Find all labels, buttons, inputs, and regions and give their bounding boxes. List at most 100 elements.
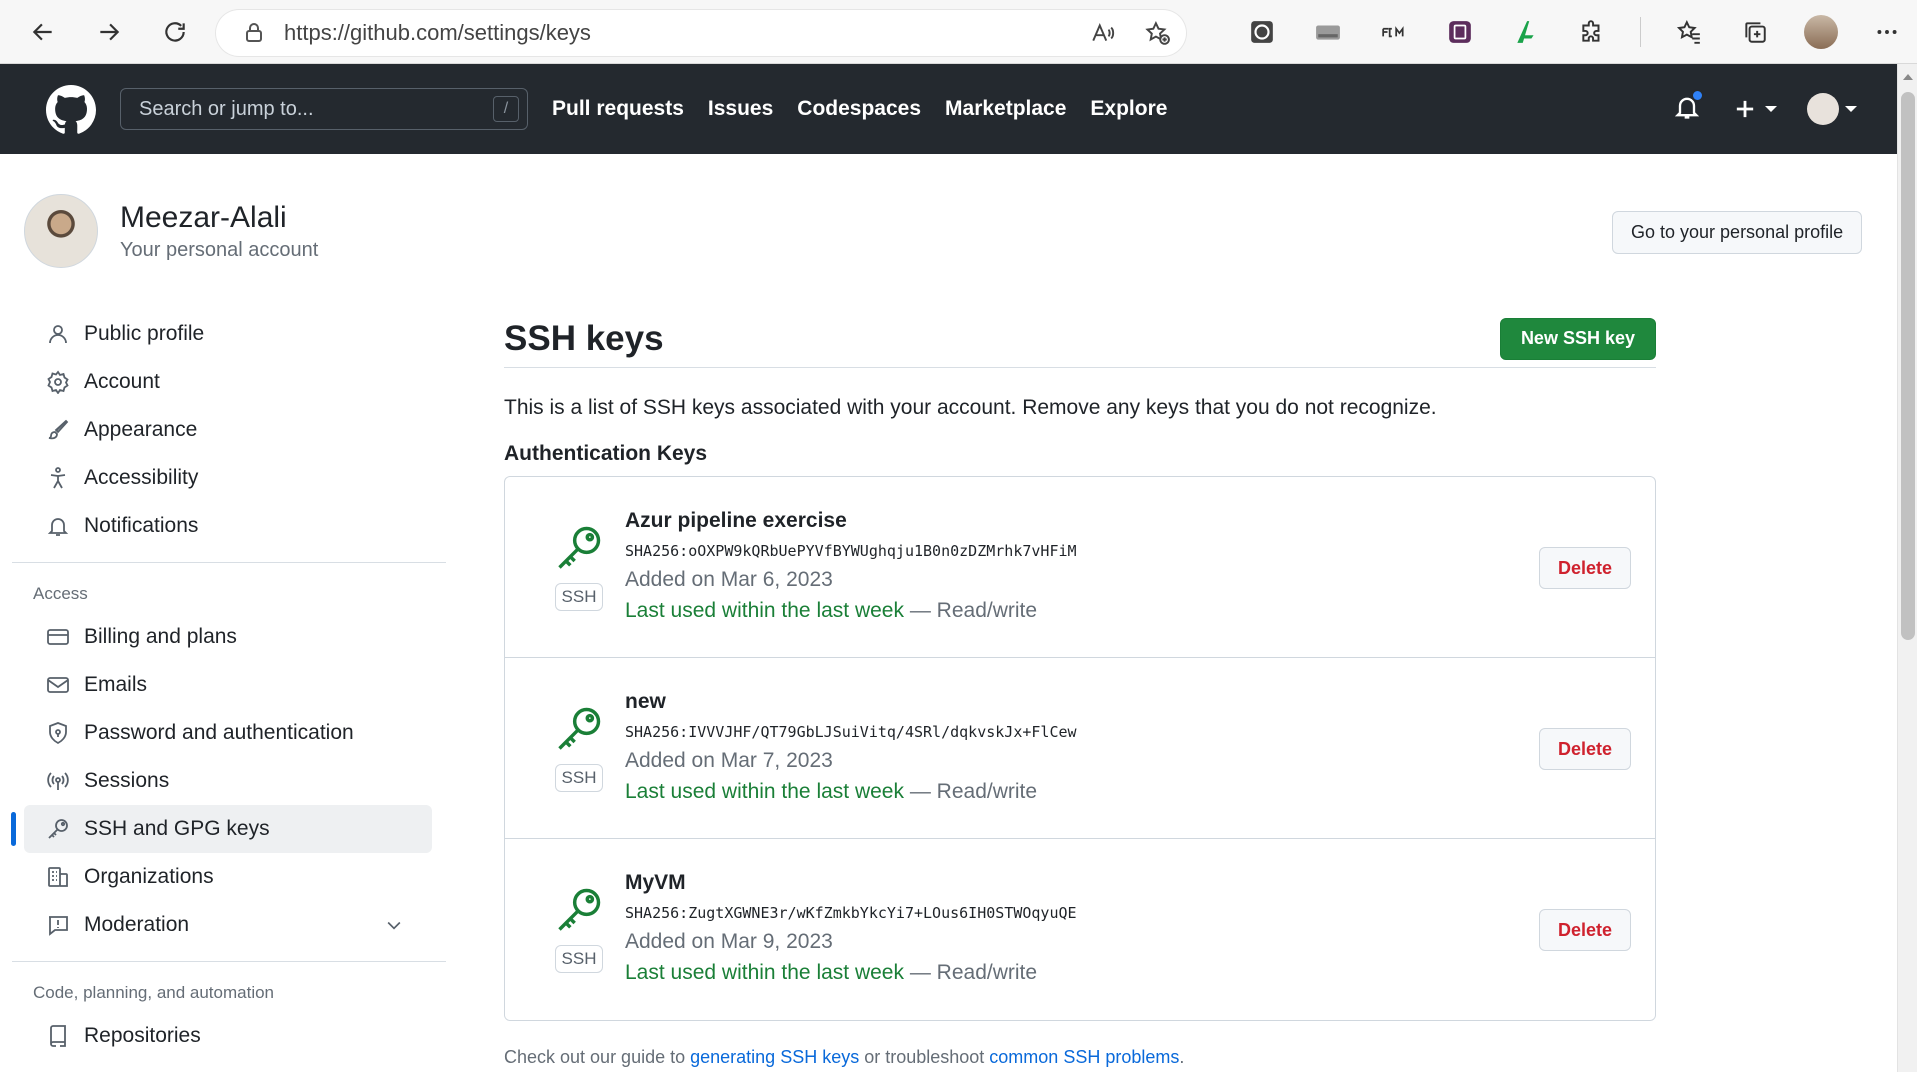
sidebar-item-label: Emails	[84, 673, 148, 696]
sidebar-item-accessibility[interactable]: Accessibility	[24, 454, 432, 502]
notifications-button[interactable]	[1673, 88, 1704, 126]
browser-menu-button[interactable]	[1869, 14, 1905, 50]
sidebar-item-organizations[interactable]: Organizations	[24, 853, 432, 901]
settings-sidebar: Public profile Account Appearance Access…	[11, 310, 446, 1060]
sidebar-item-public-profile[interactable]: Public profile	[24, 310, 432, 358]
key-title: Azur pipeline exercise	[625, 509, 847, 532]
extension-fcm-icon	[1382, 26, 1404, 38]
sidebar-item-label: Password and authentication	[84, 721, 354, 744]
github-logo-icon[interactable]	[46, 85, 96, 135]
sidebar-item-emails[interactable]: Emails	[24, 661, 432, 709]
avatar	[24, 194, 98, 268]
sidebar-divider	[12, 961, 446, 962]
common-ssh-problems-link[interactable]: common SSH problems	[989, 1047, 1179, 1067]
ssh-keys-list: SSH Azur pipeline exercise SHA256:oOXPW9…	[504, 476, 1656, 1021]
delete-key-button[interactable]: Delete	[1538, 909, 1631, 951]
key-icon	[558, 888, 601, 931]
bell-icon	[47, 518, 69, 536]
guide-middle: or troubleshoot	[859, 1047, 990, 1067]
extension-icon-3[interactable]	[1376, 14, 1412, 50]
extension-icon-1[interactable]	[1244, 14, 1280, 50]
key-title: new	[625, 690, 666, 713]
nav-pull-requests[interactable]: Pull requests	[552, 97, 684, 121]
authentication-keys-heading: Authentication Keys	[504, 442, 708, 465]
go-to-profile-button[interactable]: Go to your personal profile	[1612, 211, 1863, 254]
shield-lock-icon	[49, 722, 67, 745]
extensions-button[interactable]	[1574, 14, 1610, 50]
read-aloud-icon[interactable]	[1090, 20, 1116, 46]
search-input[interactable]: Search or jump to... /	[120, 88, 528, 130]
sidebar-item-ssh-gpg-keys[interactable]: SSH and GPG keys	[11, 805, 432, 853]
nav-marketplace[interactable]: Marketplace	[945, 97, 1066, 121]
extension-icon-4[interactable]	[1442, 14, 1478, 50]
address-url[interactable]: https://github.com/settings/keys	[284, 20, 591, 46]
sidebar-item-label: Sessions	[84, 769, 170, 792]
organization-icon	[48, 867, 68, 887]
person-icon	[49, 325, 67, 344]
ssh-key-row: SSH new SHA256:IVVVJHF/QT79GbLJSuiVitq/4…	[505, 658, 1655, 839]
favorite-add-icon[interactable]	[1144, 20, 1170, 46]
user-menu-button[interactable]	[1807, 93, 1857, 125]
account-subtitle: Your personal account	[120, 238, 319, 261]
sidebar-item-repositories[interactable]: Repositories	[24, 1012, 432, 1060]
create-new-button[interactable]	[1731, 95, 1777, 123]
paintbrush-icon	[48, 419, 69, 440]
sidebar-item-appearance[interactable]: Appearance	[24, 406, 432, 454]
main-content: SSH keys New SSH key This is a list of S…	[504, 310, 1656, 1068]
collections-button[interactable]	[1737, 14, 1773, 50]
sidebar-item-password-auth[interactable]: Password and authentication	[24, 709, 432, 757]
broadcast-icon	[47, 772, 69, 790]
page-scrollbar[interactable]	[1897, 64, 1917, 1072]
extension-icon-2[interactable]	[1310, 14, 1346, 50]
repo-icon	[50, 1025, 66, 1047]
avatar	[1807, 93, 1839, 125]
sidebar-item-label: Appearance	[84, 418, 198, 441]
back-button[interactable]	[20, 9, 66, 55]
key-access-level: — Read/write	[904, 780, 1038, 803]
account-header: Meezar-Alali Your personal account	[24, 194, 318, 268]
generating-ssh-keys-link[interactable]: generating SSH keys	[690, 1047, 859, 1067]
sidebar-item-label: Billing and plans	[84, 625, 237, 648]
extension-icon-5[interactable]	[1508, 14, 1544, 50]
lock-icon	[246, 23, 262, 42]
sidebar-item-moderation[interactable]: Moderation	[24, 901, 432, 949]
extension-card-icon	[1316, 25, 1340, 40]
sidebar-item-label: Organizations	[84, 865, 214, 888]
sidebar-item-sessions[interactable]: Sessions	[24, 757, 432, 805]
key-icon	[558, 707, 601, 750]
refresh-button[interactable]	[152, 9, 198, 55]
scroll-up-icon[interactable]	[1903, 74, 1913, 80]
key-icon	[48, 819, 68, 839]
new-ssh-key-button[interactable]: New SSH key	[1499, 317, 1656, 360]
notification-indicator	[1691, 88, 1704, 102]
nav-explore[interactable]: Explore	[1090, 97, 1167, 121]
nav-issues[interactable]: Issues	[708, 97, 773, 121]
sidebar-heading-code: Code, planning, and automation	[33, 983, 275, 1002]
chevron-down-icon	[1765, 106, 1777, 112]
mail-icon	[47, 677, 69, 693]
sidebar-item-label: Repositories	[84, 1024, 201, 1047]
sidebar-item-account[interactable]: Account	[24, 358, 432, 406]
nav-codespaces[interactable]: Codespaces	[797, 97, 921, 121]
scrollbar-thumb[interactable]	[1901, 92, 1915, 640]
chevron-down-icon	[1845, 106, 1857, 112]
header-nav: Pull requests Issues Codespaces Marketpl…	[552, 64, 1167, 154]
sidebar-item-notifications[interactable]: Notifications	[24, 502, 432, 550]
sidebar-heading-access: Access	[33, 584, 88, 603]
sidebar-item-label: SSH and GPG keys	[84, 817, 270, 840]
browser-profile-button[interactable]	[1803, 14, 1839, 50]
key-last-used: Last used within the last week — Read/wr…	[625, 599, 1077, 623]
delete-key-button[interactable]: Delete	[1538, 728, 1631, 770]
delete-key-button[interactable]: Delete	[1538, 547, 1631, 589]
github-header: Search or jump to... / Pull requests Iss…	[0, 64, 1897, 154]
more-horizontal-icon	[1877, 30, 1897, 34]
key-fingerprint: SHA256:ZugtXGWNE3r/wKfZmkbYkcYi7+LOus6IH…	[625, 904, 1077, 922]
sidebar-divider	[12, 562, 446, 563]
favorites-button[interactable]	[1671, 14, 1707, 50]
sidebar-item-billing[interactable]: Billing and plans	[24, 613, 432, 661]
forward-button[interactable]	[86, 9, 132, 55]
chevron-down-icon[interactable]	[384, 915, 404, 935]
collections-icon	[1745, 22, 1766, 43]
address-bar[interactable]: https://github.com/settings/keys	[216, 10, 1186, 56]
ssh-badge: SSH	[554, 764, 604, 792]
